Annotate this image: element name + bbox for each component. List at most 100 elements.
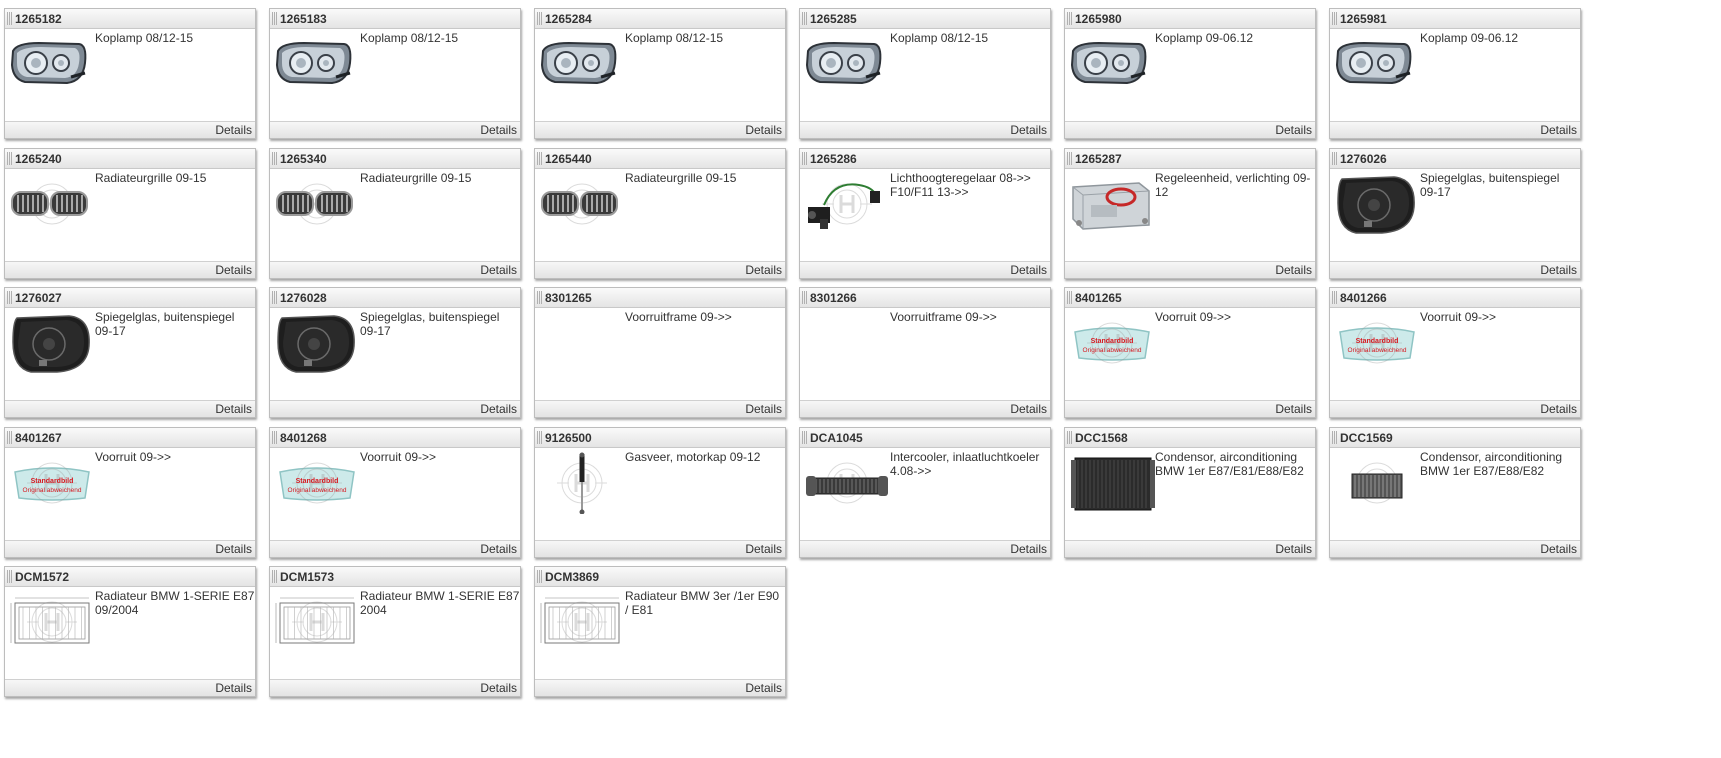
card-header: DCM3869 xyxy=(535,567,785,587)
product-thumbnail[interactable] xyxy=(539,173,625,235)
product-thumbnail[interactable] xyxy=(1069,33,1155,95)
product-card-8401267[interactable]: 8401267 Standardbild Original abweichend Vo… xyxy=(4,427,256,558)
product-card-8401266[interactable]: 8401266 Standardbild Original abweichend Vo… xyxy=(1329,287,1581,418)
product-card-8301266[interactable]: 8301266 Voorruitframe 09->> Details xyxy=(799,287,1051,418)
product-card-1265440[interactable]: 1265440 Radiateurgrille 09-15 Details xyxy=(534,148,786,279)
product-card-1276026[interactable]: 1276026 Spiegelglas, buitenspiegel 09-17 D… xyxy=(1329,148,1581,279)
details-link[interactable]: Details xyxy=(1275,263,1312,277)
details-link[interactable]: Details xyxy=(745,402,782,416)
card-header: 8401268 xyxy=(270,428,520,448)
details-link[interactable]: Details xyxy=(1275,402,1312,416)
product-thumbnail[interactable] xyxy=(1334,33,1420,95)
product-number: 1276027 xyxy=(15,291,62,305)
product-number: 1265285 xyxy=(810,12,857,26)
details-link[interactable]: Details xyxy=(1010,402,1047,416)
product-card-1265183[interactable]: 1265183 Koplamp 08/12-15 Details xyxy=(269,8,521,139)
product-thumbnail[interactable] xyxy=(9,312,95,374)
product-card-8401268[interactable]: 8401268 Standardbild Original abweichend Vo… xyxy=(269,427,521,558)
details-link[interactable]: Details xyxy=(1010,123,1047,137)
product-card-1265287[interactable]: 1265287 Regeleenheid, verlichting 09-12 De… xyxy=(1064,148,1316,279)
product-card-1265182[interactable]: 1265182 Koplamp 08/12-15 Details xyxy=(4,8,256,139)
product-card-DCC1568[interactable]: DCC1568 Condensor, airconditioning BMW 1e… xyxy=(1064,427,1316,558)
condenser-icon xyxy=(1071,457,1155,511)
card-header: 8401265 xyxy=(1065,288,1315,308)
details-link[interactable]: Details xyxy=(1010,263,1047,277)
product-card-1276027[interactable]: 1276027 Spiegelglas, buitenspiegel 09-17 D… xyxy=(4,287,256,418)
product-card-9126500[interactable]: 9126500 Gasveer, motorkap 09-12 Details xyxy=(534,427,786,558)
product-thumbnail[interactable] xyxy=(804,173,890,235)
details-link[interactable]: Details xyxy=(480,123,517,137)
card-footer: Details xyxy=(270,121,520,138)
product-thumbnail[interactable]: Standardbild Original abweichend xyxy=(9,452,95,514)
details-link[interactable]: Details xyxy=(745,263,782,277)
details-link[interactable]: Details xyxy=(1540,542,1577,556)
svg-text:Original abweichend: Original abweichend xyxy=(1348,347,1407,354)
details-link[interactable]: Details xyxy=(1540,402,1577,416)
product-card-DCC1569[interactable]: DCC1569 Condensor, airconditioning BMW 1e… xyxy=(1329,427,1581,558)
product-card-8401265[interactable]: 8401265 Standardbild Original abweichend Vo… xyxy=(1064,287,1316,418)
product-card-DCM1573[interactable]: DCM1573 Radiateur BMW 1-SERIE E87 2004 Det… xyxy=(269,566,521,697)
product-thumbnail[interactable] xyxy=(539,591,625,653)
grip-icon xyxy=(7,12,13,25)
product-card-1265980[interactable]: 1265980 Koplamp 09-06.12 Details xyxy=(1064,8,1316,139)
product-card-1265340[interactable]: 1265340 Radiateurgrille 09-15 Details xyxy=(269,148,521,279)
product-number: DCM3869 xyxy=(545,570,600,584)
product-description: Voorruit 09->> xyxy=(360,450,437,464)
card-footer: Details xyxy=(535,679,785,696)
product-card-1276028[interactable]: 1276028 Spiegelglas, buitenspiegel 09-17 D… xyxy=(269,287,521,418)
product-thumbnail[interactable] xyxy=(274,591,360,653)
card-header: 1265287 xyxy=(1065,149,1315,169)
details-link[interactable]: Details xyxy=(215,123,252,137)
product-description: Radiateurgrille 09-15 xyxy=(95,171,207,185)
product-thumbnail[interactable] xyxy=(274,312,360,374)
card-footer: Details xyxy=(5,400,255,417)
grip-icon xyxy=(802,291,808,304)
product-card-DCM3869[interactable]: DCM3869 Radiateur BMW 3er /1er E90 / E81 D… xyxy=(534,566,786,697)
product-thumbnail[interactable]: Standardbild Original abweichend xyxy=(1334,312,1420,374)
details-link[interactable]: Details xyxy=(1540,123,1577,137)
product-card-DCA1045[interactable]: DCA1045 Intercooler, inlaatluchtkoeler 4.… xyxy=(799,427,1051,558)
details-link[interactable]: Details xyxy=(215,402,252,416)
product-thumbnail[interactable] xyxy=(1334,173,1420,235)
product-card-1265240[interactable]: 1265240 Radiateurgrille 09-15 Details xyxy=(4,148,256,279)
product-thumbnail[interactable] xyxy=(274,173,360,235)
details-link[interactable]: Details xyxy=(1010,542,1047,556)
grip-icon xyxy=(537,291,543,304)
product-thumbnail[interactable] xyxy=(274,33,360,95)
grip-icon xyxy=(272,570,278,583)
product-thumbnail[interactable] xyxy=(9,33,95,95)
details-link[interactable]: Details xyxy=(745,542,782,556)
product-thumbnail[interactable]: Standardbild Original abweichend xyxy=(274,452,360,514)
details-link[interactable]: Details xyxy=(745,681,782,695)
details-link[interactable]: Details xyxy=(1275,123,1312,137)
product-thumbnail[interactable] xyxy=(9,173,95,235)
details-link[interactable]: Details xyxy=(215,681,252,695)
details-link[interactable]: Details xyxy=(480,402,517,416)
details-link[interactable]: Details xyxy=(215,263,252,277)
product-thumbnail[interactable] xyxy=(1069,173,1155,235)
product-thumbnail[interactable] xyxy=(1069,452,1155,514)
product-thumbnail[interactable] xyxy=(539,33,625,95)
details-link[interactable]: Details xyxy=(480,681,517,695)
details-link[interactable]: Details xyxy=(1275,542,1312,556)
product-thumbnail[interactable] xyxy=(804,452,890,514)
product-card-DCM1572[interactable]: DCM1572 Radiateur BMW 1-SERIE E87 09/2004… xyxy=(4,566,256,697)
kidney-grille-icon xyxy=(11,183,88,225)
product-thumbnail[interactable] xyxy=(9,591,95,653)
product-thumbnail[interactable] xyxy=(1334,452,1420,514)
headlamp-icon xyxy=(805,41,882,85)
product-card-1265285[interactable]: 1265285 Koplamp 08/12-15 Details xyxy=(799,8,1051,139)
product-card-1265284[interactable]: 1265284 Koplamp 08/12-15 Details xyxy=(534,8,786,139)
product-card-1265981[interactable]: 1265981 Koplamp 09-06.12 Details xyxy=(1329,8,1581,139)
product-number: 8301265 xyxy=(545,291,592,305)
details-link[interactable]: Details xyxy=(480,542,517,556)
product-thumbnail[interactable] xyxy=(539,452,625,514)
product-card-1265286[interactable]: 1265286 Lichthoogteregelaar 08->> F10/F11… xyxy=(799,148,1051,279)
details-link[interactable]: Details xyxy=(480,263,517,277)
details-link[interactable]: Details xyxy=(745,123,782,137)
details-link[interactable]: Details xyxy=(1540,263,1577,277)
product-card-8301265[interactable]: 8301265 Voorruitframe 09->> Details xyxy=(534,287,786,418)
product-thumbnail[interactable]: Standardbild Original abweichend xyxy=(1069,312,1155,374)
details-link[interactable]: Details xyxy=(215,542,252,556)
product-thumbnail[interactable] xyxy=(804,33,890,95)
